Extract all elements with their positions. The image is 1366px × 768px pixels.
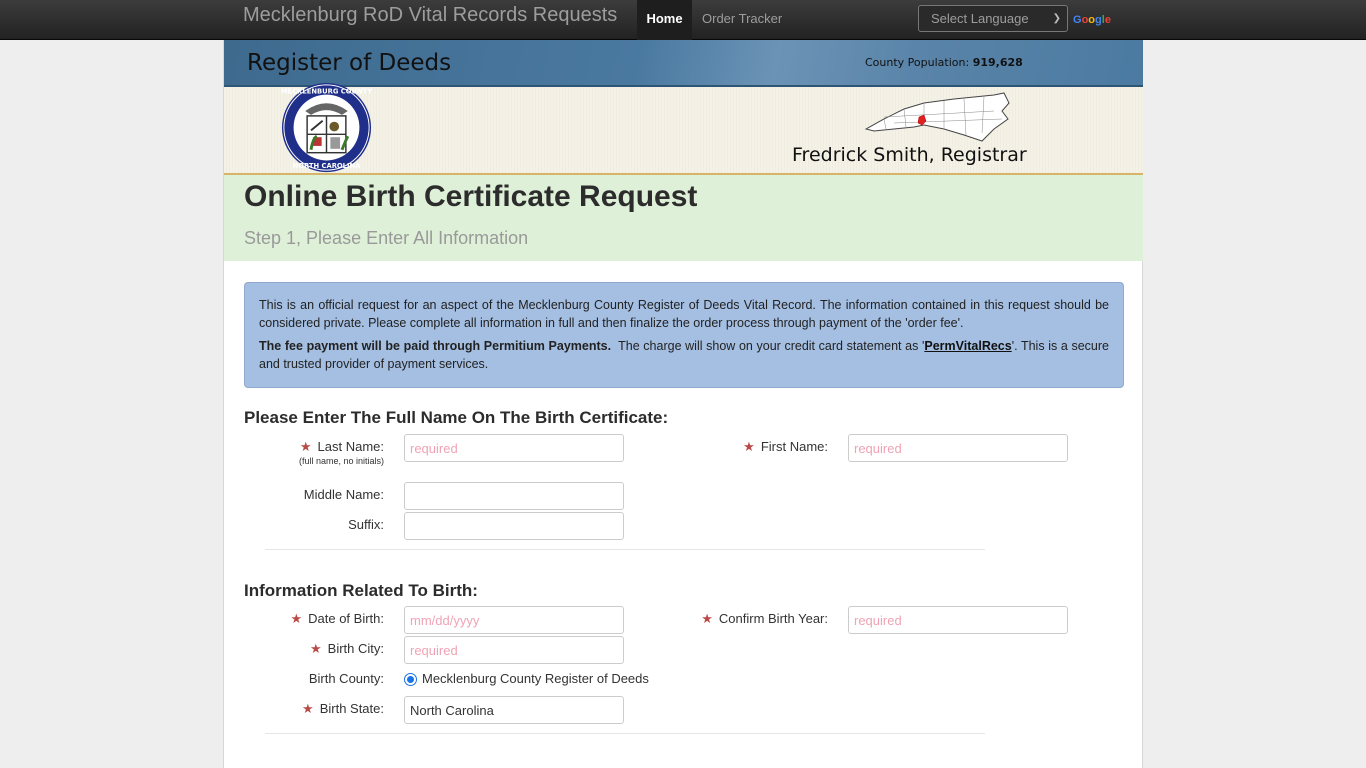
required-star-icon: ★ (743, 439, 755, 454)
county-population: County Population: 919,628 (865, 56, 1023, 69)
birth-state-label: ★ Birth State: (302, 701, 384, 716)
confirm-birth-year-label: ★ Confirm Birth Year: (701, 611, 828, 626)
population-value: 919,628 (972, 56, 1023, 69)
registrar-name: Fredrick Smith, Registrar (792, 144, 1027, 166)
chevron-down-icon: ❯ (1052, 13, 1061, 24)
top-navbar: Mecklenburg RoD Vital Records Requests H… (0, 0, 1366, 40)
page-header: Online Birth Certificate Request Step 1,… (224, 175, 1143, 261)
register-of-deeds-title: Register of Deeds (247, 50, 452, 76)
name-section-heading: Please Enter The Full Name On The Birth … (244, 408, 669, 427)
county-seal-icon: MECKLENBURG COUNTY NORTH CAROLINA (281, 82, 372, 173)
birth-county-radio[interactable] (404, 673, 417, 686)
notice-paragraph-1: This is an official request for an aspec… (259, 298, 1109, 330)
date-of-birth-input[interactable] (404, 606, 624, 634)
confirm-birth-year-input[interactable] (848, 606, 1068, 634)
first-name-input[interactable] (848, 434, 1068, 462)
permvitalrecs-link[interactable]: PermVitalRecs (924, 339, 1011, 353)
language-select-value: Select Language (931, 11, 1029, 26)
required-star-icon: ★ (302, 701, 314, 716)
section-divider (265, 549, 985, 550)
required-star-icon: ★ (701, 611, 713, 626)
svg-text:MECKLENBURG COUNTY: MECKLENBURG COUNTY (281, 88, 372, 96)
page-title: Online Birth Certificate Request (244, 180, 698, 213)
banner-top: Register of Deeds County Population: 919… (224, 40, 1143, 87)
required-star-icon: ★ (299, 439, 312, 454)
birth-county-option[interactable]: Mecklenburg County Register of Deeds (422, 671, 649, 686)
north-carolina-map-icon (864, 92, 1010, 142)
middle-name-input[interactable] (404, 482, 624, 510)
suffix-input[interactable] (404, 512, 624, 540)
nav-order-tracker[interactable]: Order Tracker (702, 0, 782, 40)
svg-text:NORTH CAROLINA: NORTH CAROLINA (293, 162, 362, 170)
last-name-hint: (full name, no initials) (298, 456, 384, 466)
section-divider (265, 733, 985, 734)
nav-home[interactable]: Home (637, 0, 692, 40)
required-star-icon: ★ (310, 641, 322, 656)
site-brand[interactable]: Mecklenburg RoD Vital Records Requests (243, 4, 617, 26)
birth-county-label: Birth County: (308, 671, 384, 686)
google-logo: Google (1073, 14, 1111, 26)
last-name-label: ★ Last Name: (299, 439, 384, 454)
page-subtitle: Step 1, Please Enter All Information (244, 228, 529, 248)
language-select[interactable]: Select Language ❯ (918, 5, 1068, 32)
birth-city-label: ★ Birth City: (310, 641, 384, 656)
date-of-birth-label: ★ Date of Birth: (290, 611, 384, 626)
last-name-input[interactable] (404, 434, 624, 462)
suffix-label: Suffix: (348, 517, 384, 532)
first-name-label: ★ First Name: (743, 439, 828, 454)
birth-city-input[interactable] (404, 636, 624, 664)
middle-name-label: Middle Name: (303, 487, 384, 502)
birth-state-input[interactable] (404, 696, 624, 724)
info-notice: This is an official request for an aspec… (244, 282, 1124, 388)
required-star-icon: ★ (290, 611, 303, 626)
notice-paragraph-2: The fee payment will be paid through Per… (259, 339, 1109, 371)
main-container: Register of Deeds County Population: 919… (223, 40, 1143, 768)
banner-bottom: MECKLENBURG COUNTY NORTH CAROLINA Fredri… (224, 82, 1143, 175)
birth-section-heading: Information Related To Birth: (244, 581, 478, 600)
